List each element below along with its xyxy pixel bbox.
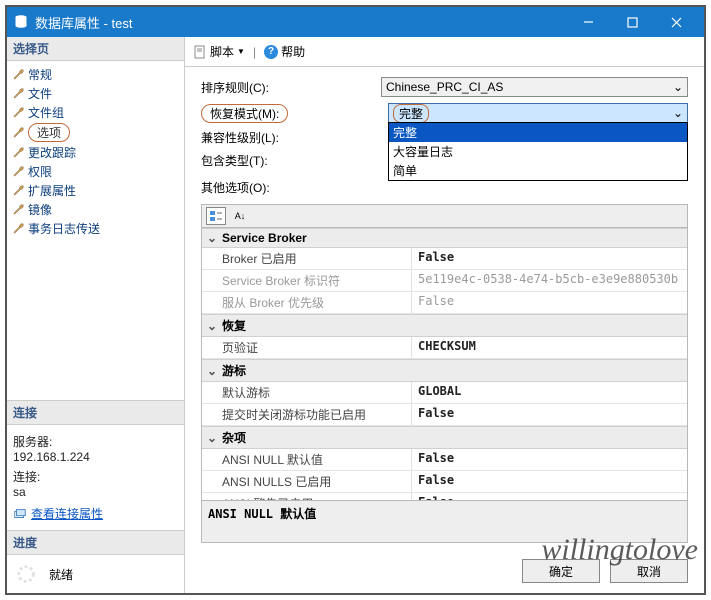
sidebar-item[interactable]: 权限 [9, 162, 182, 181]
property-value: False [412, 449, 687, 470]
link-icon [13, 507, 27, 521]
description-pane: ANSI NULL 默认值 [201, 501, 688, 543]
server-label: 服务器: [13, 433, 178, 450]
window-title: 数据库属性 - test [35, 13, 566, 32]
wrench-icon [11, 125, 26, 140]
toolbar: 脚本 ▼ | ? 帮助 [185, 37, 704, 67]
category-header[interactable]: ⌄游标 [202, 359, 687, 382]
dropdown-option[interactable]: 简单 [389, 161, 687, 180]
property-value: False [412, 471, 687, 492]
nav-list: 常规文件文件组选项更改跟踪权限扩展属性镜像事务日志传送 [7, 61, 184, 242]
property-value: GLOBAL [412, 382, 687, 403]
wrench-icon [11, 164, 26, 179]
property-row[interactable]: ANSI NULLS 已启用False [202, 471, 687, 493]
collation-label: 排序规则(C): [201, 79, 381, 96]
chevron-down-icon: ⌄ [673, 80, 683, 94]
cancel-button[interactable]: 取消 [610, 559, 688, 583]
help-icon: ? [264, 45, 278, 59]
property-row[interactable]: 服从 Broker 优先级False [202, 292, 687, 314]
property-row[interactable]: ANSI 警告已启用False [202, 493, 687, 501]
property-key: ANSI NULL 默认值 [202, 449, 412, 470]
sidebar-item[interactable]: 文件组 [9, 103, 182, 122]
property-value: False [412, 493, 687, 501]
sidebar-item[interactable]: 文件 [9, 84, 182, 103]
property-key: Service Broker 标识符 [202, 270, 412, 291]
progress-status: 就绪 [49, 566, 73, 583]
script-icon [193, 45, 207, 59]
view-connection-properties-link[interactable]: 查看连接属性 [31, 505, 103, 522]
property-key: ANSI 警告已启用 [202, 493, 412, 501]
property-row[interactable]: Broker 已启用False [202, 248, 687, 270]
property-grid[interactable]: ⌄Service BrokerBroker 已启用FalseService Br… [201, 227, 688, 501]
wrench-icon [11, 105, 26, 120]
sidebar-item[interactable]: 镜像 [9, 200, 182, 219]
categorized-button[interactable] [206, 207, 226, 225]
recovery-model-dropdown: 完整 大容量日志 简单 [388, 122, 688, 181]
progress-header: 进度 [7, 531, 184, 555]
select-page-header: 选择页 [7, 37, 184, 61]
property-key: ANSI NULLS 已启用 [202, 471, 412, 492]
collapse-icon: ⌄ [206, 231, 218, 245]
sidebar-item[interactable]: 事务日志传送 [9, 219, 182, 238]
other-options-label: 其他选项(O): [201, 179, 381, 196]
connection-value: sa [13, 485, 178, 499]
dropdown-option[interactable]: 大容量日志 [389, 142, 687, 161]
property-key: 服从 Broker 优先级 [202, 292, 412, 313]
collapse-icon: ⌄ [206, 364, 218, 378]
server-value: 192.168.1.224 [13, 450, 178, 464]
alphabetical-button[interactable]: A↓ [230, 207, 250, 225]
maximize-button[interactable] [610, 7, 654, 37]
property-key: 页验证 [202, 337, 412, 358]
connection-header: 连接 [7, 401, 184, 425]
collapse-icon: ⌄ [206, 431, 218, 445]
compat-level-label: 兼容性级别(L): [201, 129, 381, 146]
property-key: 提交时关闭游标功能已启用 [202, 404, 412, 425]
property-row[interactable]: 提交时关闭游标功能已启用False [202, 404, 687, 426]
wrench-icon [11, 183, 26, 198]
wrench-icon [11, 86, 26, 101]
wrench-icon [11, 145, 26, 160]
database-icon [13, 14, 29, 30]
grid-toolbar: A↓ [201, 204, 688, 227]
wrench-icon [11, 67, 26, 82]
property-value: False [412, 248, 687, 269]
property-value: False [412, 404, 687, 425]
ok-button[interactable]: 确定 [522, 559, 600, 583]
minimize-button[interactable] [566, 7, 610, 37]
dropdown-option[interactable]: 完整 [389, 123, 687, 142]
containment-type-label: 包含类型(T): [201, 152, 381, 169]
category-header[interactable]: ⌄杂项 [202, 426, 687, 449]
property-row[interactable]: ANSI NULL 默认值False [202, 449, 687, 471]
category-header[interactable]: ⌄Service Broker [202, 228, 687, 248]
property-key: Broker 已启用 [202, 248, 412, 269]
help-button[interactable]: ? 帮助 [264, 43, 305, 60]
property-row[interactable]: Service Broker 标识符5e119e4c-0538-4e74-b5c… [202, 270, 687, 292]
collapse-icon: ⌄ [206, 319, 218, 333]
property-value: False [412, 292, 687, 313]
property-row[interactable]: 默认游标GLOBAL [202, 382, 687, 404]
property-value: CHECKSUM [412, 337, 687, 358]
wrench-icon [11, 202, 26, 217]
recovery-model-label: 恢复模式(M): [201, 104, 288, 123]
collation-select[interactable]: Chinese_PRC_CI_AS ⌄ [381, 77, 688, 97]
spinner-icon [15, 563, 37, 585]
property-value: 5e119e4c-0538-4e74-b5cb-e3e9e880530b [412, 270, 687, 291]
sidebar-item[interactable]: 扩展属性 [9, 181, 182, 200]
left-panel: 选择页 常规文件文件组选项更改跟踪权限扩展属性镜像事务日志传送 连接 服务器: … [7, 37, 185, 593]
sidebar-item[interactable]: 更改跟踪 [9, 143, 182, 162]
property-row[interactable]: 页验证CHECKSUM [202, 337, 687, 359]
category-header[interactable]: ⌄恢复 [202, 314, 687, 337]
script-button[interactable]: 脚本 ▼ [193, 43, 245, 60]
titlebar: 数据库属性 - test [7, 7, 704, 37]
connection-label: 连接: [13, 468, 178, 485]
wrench-icon [11, 221, 26, 236]
property-key: 默认游标 [202, 382, 412, 403]
recovery-model-select[interactable]: 完整 ⌄ 完整 大容量日志 简单 [388, 103, 688, 123]
close-button[interactable] [654, 7, 698, 37]
sidebar-item[interactable]: 常规 [9, 65, 182, 84]
chevron-down-icon: ⌄ [673, 106, 683, 120]
sidebar-item[interactable]: 选项 [9, 122, 182, 143]
